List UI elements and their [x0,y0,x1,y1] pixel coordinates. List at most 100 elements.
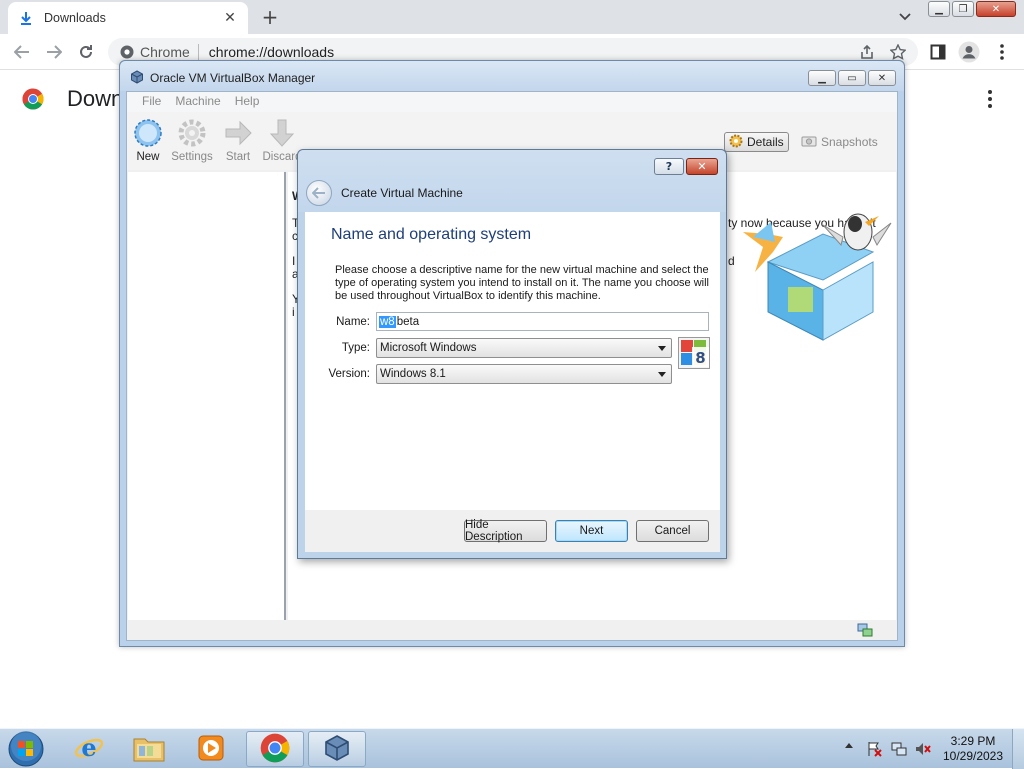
system-clock[interactable]: 3:29 PM 10/29/2023 [938,734,1008,764]
welcome-mascot-illustration [743,213,892,341]
type-dropdown-arrow-icon [658,346,666,351]
tab-search-chevron-icon[interactable] [895,7,915,27]
back-button[interactable] [10,40,34,64]
details-gear-icon [729,134,743,151]
cancel-button[interactable]: Cancel [636,520,709,542]
show-desktop-button[interactable] [1012,729,1024,769]
discard-arrow-icon [267,118,297,148]
settings-label: Settings [171,151,213,163]
start-arrow-icon [223,118,253,148]
volume-muted-icon[interactable] [915,741,931,757]
vbox-statusbar [127,620,897,640]
minimize-button[interactable]: ▁ [928,1,950,17]
details-button[interactable]: Details [724,132,789,152]
folder-icon [133,734,165,765]
taskbar: e 3:29 PM 10/29/2023 [0,728,1024,769]
discard-label: Discard [262,151,302,163]
vbox-maximize-button[interactable]: ▭ [838,70,866,86]
browser-tabstrip: Downloads ✕ + ▁ ❐ ✕ [0,0,1024,34]
type-label: Type: [341,342,370,354]
welcome-text-2: I [292,254,296,268]
menu-file[interactable]: File [135,92,168,112]
internet-explorer-icon: e [74,733,104,766]
svg-text:e: e [81,733,96,762]
taskbar-media-player[interactable] [182,731,240,767]
next-button[interactable]: Next [555,520,628,542]
new-tab-button[interactable]: + [258,5,282,29]
vbox-window-controls: ▁ ▭ ✕ [808,70,896,86]
show-hidden-icons-button[interactable] [845,743,853,748]
browser-menu-icon[interactable] [990,40,1014,64]
taskbar-virtualbox[interactable] [308,731,366,767]
clock-time: 3:29 PM [950,734,996,748]
new-vm-button[interactable]: New [125,118,171,163]
vbox-close-button[interactable]: ✕ [868,70,896,86]
version-value: Windows 8.1 [380,368,446,380]
name-selected-text: w8 [379,315,396,328]
download-icon [18,10,34,26]
snapshots-label: Snapshots [821,135,878,149]
type-select[interactable]: Microsoft Windows [376,338,672,358]
taskbar-file-explorer[interactable] [120,731,178,767]
chrome-taskbar-icon [260,733,290,766]
tab-title: Downloads [44,11,106,25]
action-center-flag-icon[interactable] [866,741,882,757]
camera-icon [801,135,817,150]
name-input[interactable]: w8 beta [376,312,709,331]
os-badge-text: 8 [695,349,705,367]
media-player-icon [198,735,224,764]
virtualbox-taskbar-icon [323,734,351,765]
welcome-text-3b: i [292,305,295,319]
menu-help[interactable]: Help [228,92,267,112]
site-chip[interactable]: Chrome [120,44,199,60]
chrome-icon [120,45,134,59]
settings-button[interactable]: Settings [169,118,215,163]
forward-button[interactable] [42,40,66,64]
dialog-body: Name and operating system Please choose … [305,212,720,510]
network-status-icon [857,623,873,637]
menu-machine[interactable]: Machine [168,92,227,112]
new-sun-icon [133,118,163,148]
section-title: Name and operating system [331,226,532,243]
url-text: chrome://downloads [208,44,335,60]
browser-window-controls: ▁ ❐ ✕ [928,1,1016,17]
close-window-button[interactable]: ✕ [976,1,1016,17]
vbox-menubar: File Machine Help [127,92,897,112]
type-value: Microsoft Windows [380,342,477,354]
name-rest-text: beta [396,315,420,328]
vbox-minimize-button[interactable]: ▁ [808,70,836,86]
site-chip-label: Chrome [140,44,190,60]
version-dropdown-arrow-icon [658,372,666,377]
clock-date: 10/29/2023 [942,749,1004,763]
start-label: Start [225,151,251,163]
details-label: Details [747,135,784,149]
new-label: New [136,151,160,163]
vbox-titlebar[interactable]: Oracle VM VirtualBox Manager ▁ ▭ ✕ [120,61,904,91]
chrome-logo-icon [22,88,44,110]
page-menu-icon[interactable] [984,88,996,110]
restore-button[interactable]: ❐ [952,1,974,17]
profile-avatar-icon[interactable] [957,40,981,64]
dialog-header[interactable]: ? ✕ Create Virtual Machine [298,150,726,212]
hide-description-button[interactable]: Hide Description [464,519,547,543]
snapshots-button[interactable]: Snapshots [801,132,878,152]
back-arrow-icon[interactable] [306,180,332,206]
start-button[interactable] [6,730,46,768]
settings-gear-icon [177,118,207,148]
start-button[interactable]: Start [215,118,261,163]
taskbar-internet-explorer[interactable]: e [60,731,118,767]
windows-8-os-icon: 8 [678,337,710,369]
page-title: Down [67,86,124,111]
version-select[interactable]: Windows 8.1 [376,364,672,384]
vm-list[interactable] [128,172,286,620]
dialog-help-button[interactable]: ? [654,158,684,175]
virtualbox-icon [130,70,144,84]
reload-button[interactable] [74,40,98,64]
network-icon[interactable] [891,741,907,757]
side-panel-icon[interactable] [926,40,950,64]
tab-close-icon[interactable]: ✕ [222,10,238,26]
dialog-close-button[interactable]: ✕ [686,158,718,175]
vbox-title: Oracle VM VirtualBox Manager [150,71,316,85]
tab-downloads[interactable]: Downloads ✕ [8,2,248,34]
taskbar-chrome[interactable] [246,731,304,767]
